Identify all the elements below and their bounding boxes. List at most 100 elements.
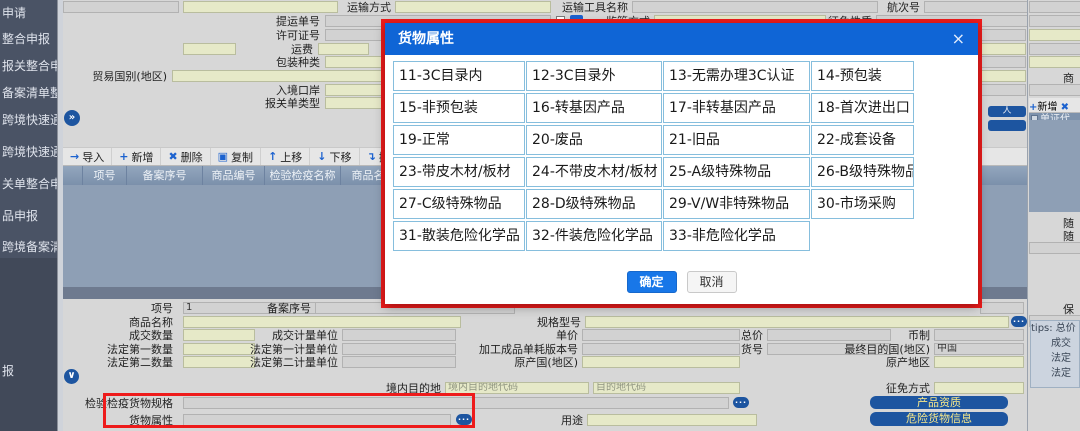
origin-country-field[interactable] [582,356,740,368]
goods-attribute-option[interactable]: 30-市场采购 [811,189,914,219]
currency-field[interactable] [934,329,1024,341]
final-dest-field[interactable]: 中国 [934,343,1024,355]
row1-right-fragment[interactable] [980,302,1024,314]
freight-field-b[interactable] [318,43,369,55]
goods-name-field[interactable] [183,316,461,328]
import-icon: → [70,150,79,163]
right-frag-field-2[interactable] [980,43,1026,55]
rpanel-grid-body[interactable] [1029,120,1080,212]
spec-model-field[interactable] [585,316,1009,328]
hidden-button-fragment[interactable] [988,120,1026,131]
goods-attribute-option[interactable]: 15-非预包装 [393,93,525,123]
modal-title-bar[interactable]: 货物属性 × [385,23,978,55]
rpanel-add-button[interactable]: 新增 [1037,102,1057,113]
sidebar-item[interactable]: 跨境备案清 [2,238,57,255]
goods-attribute-option[interactable]: 14-预包装 [811,61,914,91]
sidebar-item[interactable]: 跨境快速通 [2,143,57,160]
goods-attribute-option[interactable]: 25-A级特殊物品 [663,157,810,187]
goods-attribute-option[interactable]: 29-V/W非特殊物品 [663,189,810,219]
cancel-button[interactable]: 取消 [687,271,737,293]
goods-attribute-option[interactable]: 31-散装危险化学品 [393,221,525,251]
goods-attribute-option[interactable]: 16-转基因产品 [526,93,662,123]
freight-field-a[interactable] [183,43,236,55]
add-button[interactable]: +新增 [112,148,161,165]
grid-header-item-no[interactable]: 项号 [83,166,127,185]
dest-code-field[interactable]: 目的地代码 [593,382,740,394]
goods-attribute-option[interactable]: 21-旧品 [663,125,810,155]
inspection-spec-ellipsis-button[interactable]: ... [733,397,749,408]
rpanel-field-4[interactable] [1029,43,1080,55]
sidebar-item[interactable]: 关单整合申 [2,175,57,192]
grid-header-inspection-name[interactable]: 检验检疫名称 [265,166,341,185]
move-down-button[interactable]: ↓下移 [310,148,359,165]
rpanel-field-5[interactable] [1029,56,1080,68]
goods-attribute-option[interactable]: 28-D级特殊物品 [526,189,662,219]
rpanel-field-1[interactable] [1029,1,1080,13]
goods-attribute-option[interactable]: 23-带皮木材/板材 [393,157,525,187]
top-field-lead[interactable] [183,1,338,13]
goods-attribute-option[interactable]: 12-3C目录外 [526,61,662,91]
declaration-type-field[interactable] [325,97,383,109]
sidebar-item[interactable]: 申请 [2,4,57,21]
collapse-chevron-down-icon[interactable]: ∨ [64,369,79,384]
close-icon[interactable]: × [952,23,965,55]
dangerous-info-button[interactable]: 危险货物信息 [870,412,1008,426]
deal-unit-field[interactable] [342,329,456,341]
legal-unit2-field[interactable] [342,356,456,368]
delete-button[interactable]: ✖删除 [161,148,210,165]
goods-attribute-option[interactable]: 24-不带皮木材/板材 [526,157,662,187]
goods-attribute-option[interactable]: 17-非转基因产品 [663,93,810,123]
sidebar-item[interactable]: 报关整合申 [2,57,57,74]
top-field-blank[interactable] [63,1,179,13]
sidebar-item[interactable]: 跨境快速通 [2,111,57,128]
goods-attribute-option[interactable]: 33-非危险化学品 [663,221,810,251]
right-frag-field-4[interactable] [980,70,1026,82]
total-price-field[interactable] [767,329,891,341]
import-button[interactable]: →导入 [63,148,112,165]
consumption-ver-field[interactable] [582,343,740,355]
rpanel-field-7[interactable] [1029,242,1080,254]
rpanel-field-2[interactable] [1029,15,1080,27]
right-frag-field-3[interactable] [980,56,1026,68]
copy-button[interactable]: ▣复制 [211,148,261,165]
usage-field[interactable] [587,414,757,426]
legal-unit1-field[interactable] [342,343,456,355]
grid-checkbox-column[interactable] [63,166,83,185]
right-frag-field-1[interactable] [980,29,1026,41]
transport-tool-field[interactable] [632,1,878,13]
rpanel-field-3[interactable] [1029,29,1080,41]
rpanel-field-6[interactable] [1029,84,1080,96]
spec-model-ellipsis-button[interactable]: ... [1011,316,1027,327]
package-type-field[interactable] [325,56,383,68]
unit-price-field[interactable] [582,329,740,341]
person-button-fragment[interactable]: 人 [988,106,1026,117]
sidebar-item[interactable]: 整合申报 [2,30,57,47]
goods-attribute-option[interactable]: 19-正常 [393,125,525,155]
goods-attribute-option[interactable]: 18-首次进出口 [811,93,914,123]
goods-attribute-option[interactable]: 11-3C目录内 [393,61,525,91]
goods-attribute-option[interactable]: 32-件装危险化学品 [526,221,662,251]
right-frag-field-5[interactable] [980,84,1026,96]
exemption-mode-field[interactable] [934,382,1024,394]
expand-chevron-right-icon[interactable]: » [64,110,80,126]
move-up-button[interactable]: ↑上移 [261,148,310,165]
goods-attribute-option[interactable]: 22-成套设备 [811,125,914,155]
license-no-field[interactable] [325,29,383,41]
goods-attribute-option[interactable]: 20-废品 [526,125,662,155]
trade-country-field[interactable] [172,70,383,82]
deal-qty-field[interactable] [183,329,255,341]
sidebar-item[interactable]: 品申报 [2,207,57,224]
grid-header-record-seq[interactable]: 备案序号 [127,166,203,185]
entry-port-field[interactable] [325,84,383,96]
goods-attribute-option[interactable]: 26-B级特殊物品 [811,157,914,187]
sidebar-item[interactable]: 备案清单整 [2,84,57,101]
confirm-button[interactable]: 确定 [627,271,677,293]
sidebar-item-trailing[interactable]: 报 [2,362,57,379]
grid-header-goods-code[interactable]: 商品编号 [203,166,265,185]
goods-attribute-option[interactable]: 13-无需办理3C认证 [663,61,810,91]
transport-mode-field[interactable] [395,1,551,13]
goods-attribute-option[interactable]: 27-C级特殊物品 [393,189,525,219]
entry-port-label: 入境口岸 [270,84,320,97]
product-qualification-button[interactable]: 产品资质 [870,396,1008,409]
origin-area-field[interactable] [934,356,1024,368]
